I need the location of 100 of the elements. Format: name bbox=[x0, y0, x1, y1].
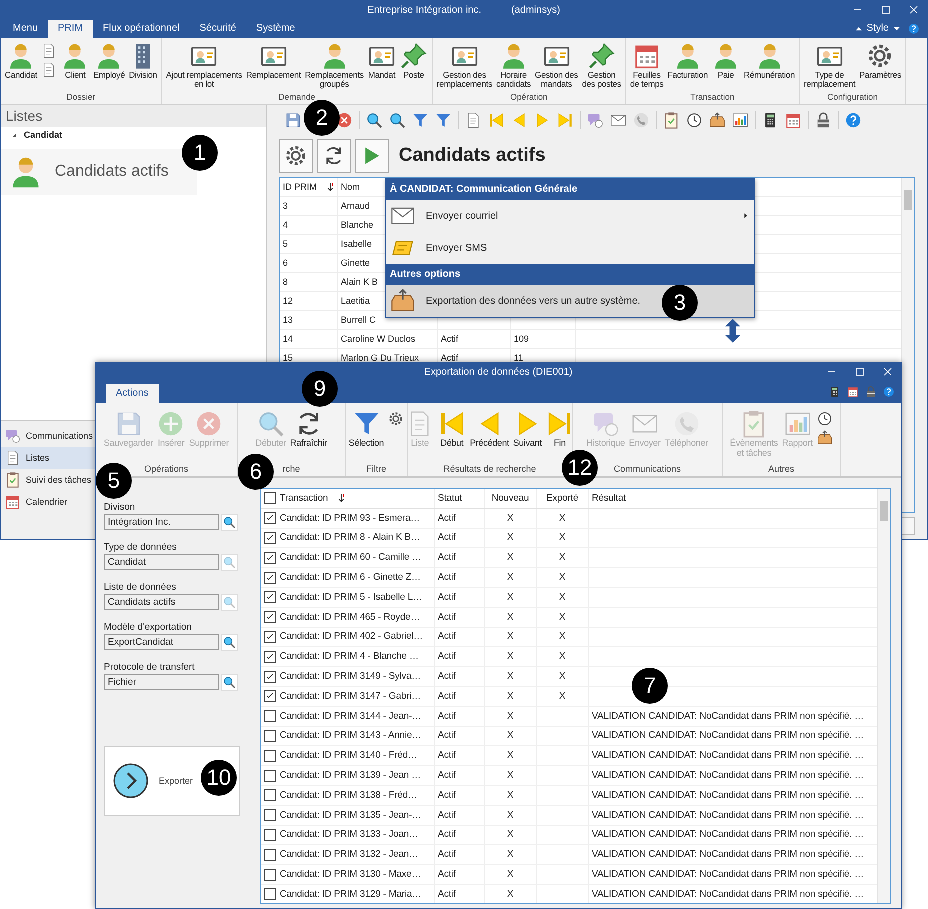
table-cell: X bbox=[507, 829, 514, 840]
table-cell: VALIDATION CANDIDAT: NoCandidat dans PRIM non spécifié. … bbox=[592, 869, 864, 880]
table-cell: Actif bbox=[438, 849, 456, 860]
table-cell: 6 bbox=[283, 258, 288, 268]
table-cell: X bbox=[559, 671, 566, 682]
table-cell: Burrell C bbox=[341, 315, 376, 325]
table-cell: Marlon G Du Trieux bbox=[341, 353, 420, 363]
table-cell: Actif bbox=[438, 770, 456, 782]
table-cell: Actif bbox=[438, 829, 456, 840]
table-cell: VALIDATION CANDIDAT: NoCandidat dans PRIM non spécifié. … bbox=[592, 790, 864, 801]
table-cell: X bbox=[507, 750, 514, 762]
table-cell: Actif bbox=[438, 612, 456, 623]
table-cell: Candidat: ID PRIM 3135 - Jean-… bbox=[280, 810, 422, 821]
table-cell: X bbox=[507, 631, 514, 642]
table-cell: 3 bbox=[283, 201, 288, 211]
menu-header: À CANDIDAT: Communication Générale bbox=[386, 179, 754, 200]
table-cell: X bbox=[559, 572, 566, 584]
table-cell: X bbox=[507, 552, 514, 564]
table-cell: X bbox=[559, 690, 566, 702]
list-title: Candidats actifs bbox=[399, 145, 546, 167]
table-cell: X bbox=[559, 512, 566, 524]
table-cell: 15 bbox=[283, 353, 294, 363]
table-cell: X bbox=[507, 888, 514, 900]
table-cell: Actif bbox=[441, 353, 459, 363]
table-cell: Candidat: ID PRIM 3149 - Sylva… bbox=[280, 671, 422, 682]
table-cell: X bbox=[507, 770, 514, 782]
table-cell: Actif bbox=[438, 631, 456, 642]
table-cell: 8 bbox=[283, 277, 288, 287]
table-cell: Candidat: ID PRIM 6 - Ginette Z… bbox=[280, 572, 421, 584]
table-cell: Actif bbox=[438, 512, 456, 524]
table-cell: 4 bbox=[283, 220, 288, 230]
table-cell: Actif bbox=[438, 869, 456, 880]
table-cell: Candidat: ID PRIM 3132 - Jean… bbox=[280, 849, 419, 860]
table-cell: X bbox=[507, 651, 514, 662]
table-cell: Alain K B bbox=[341, 277, 378, 287]
table-cell: Candidat: ID PRIM 93 - Esmera… bbox=[280, 512, 420, 524]
table-cell: Actif bbox=[438, 710, 456, 722]
field-label: Type de données bbox=[104, 542, 178, 553]
table-cell: Candidat: ID PRIM 5 - Isabelle L… bbox=[280, 592, 422, 603]
table-cell: 109 bbox=[514, 334, 530, 344]
table-cell: Laetitia bbox=[341, 296, 370, 306]
table-cell: Candidat: ID PRIM 8 - Alain K B… bbox=[280, 532, 420, 544]
table-cell: VALIDATION CANDIDAT: NoCandidat dans PRIM non spécifié. … bbox=[592, 810, 864, 821]
table-cell: X bbox=[507, 512, 514, 524]
group-label: Communications bbox=[614, 464, 682, 476]
table-cell: X bbox=[507, 572, 514, 584]
table-cell: Candidat: ID PRIM 402 - Gabriel… bbox=[280, 631, 424, 642]
table-cell: Candidat: ID PRIM 3138 - Fréd… bbox=[280, 790, 418, 801]
table-cell: X bbox=[507, 690, 514, 702]
table-cell: VALIDATION CANDIDAT: NoCandidat dans PRIM non spécifié. … bbox=[592, 770, 864, 782]
table-cell: 5 bbox=[283, 239, 288, 249]
table-cell: X bbox=[507, 810, 514, 821]
table-cell: X bbox=[507, 710, 514, 722]
table-cell: X bbox=[507, 612, 514, 623]
table-cell: Candidat: ID PRIM 3133 - Joan… bbox=[280, 829, 419, 840]
table-cell: Blanche bbox=[341, 220, 374, 230]
table-cell: Candidat: ID PRIM 60 - Camille … bbox=[280, 552, 422, 564]
table-cell: Actif bbox=[438, 671, 456, 682]
table-cell: X bbox=[507, 671, 514, 682]
table-cell: Actif bbox=[438, 592, 456, 603]
table-cell: Actif bbox=[438, 888, 456, 900]
field-label: Divison bbox=[104, 502, 136, 513]
group-label: Opération bbox=[510, 92, 548, 104]
window-title: Entreprise Intégration inc. bbox=[368, 4, 482, 16]
field-label: Protocole de transfert bbox=[104, 662, 196, 673]
table-cell: Actif bbox=[438, 532, 456, 544]
group-label: Filtre bbox=[366, 464, 386, 476]
table-cell: Actif bbox=[438, 790, 456, 801]
table-cell: 14 bbox=[283, 334, 294, 344]
table-cell: 12 bbox=[283, 296, 294, 306]
table-cell: X bbox=[559, 651, 566, 662]
table-cell: Candidat: ID PRIM 3129 - Maria… bbox=[280, 888, 422, 900]
table-cell: Actif bbox=[438, 730, 456, 742]
table-cell: Actif bbox=[441, 334, 459, 344]
table-cell: Candidat: ID PRIM 3144 - Jean-… bbox=[280, 710, 422, 722]
table-cell: Ginette bbox=[341, 258, 370, 268]
table-cell: Actif bbox=[438, 552, 456, 564]
table-cell: 11 bbox=[514, 353, 524, 363]
table-cell: Candidat: ID PRIM 3140 - Fréd… bbox=[280, 750, 418, 762]
table-cell: VALIDATION CANDIDAT: NoCandidat dans PRIM non spécifié. … bbox=[592, 710, 864, 722]
table-cell: VALIDATION CANDIDAT: NoCandidat dans PRIM non spécifié. … bbox=[592, 829, 864, 840]
table-cell: X bbox=[559, 631, 566, 642]
table-cell: Candidat: ID PRIM 4 - Blanche … bbox=[280, 651, 419, 662]
table-cell: Actif bbox=[438, 651, 456, 662]
panel-title: Listes bbox=[1, 105, 266, 127]
table-cell: Actif bbox=[438, 750, 456, 762]
group-label: Transaction bbox=[690, 92, 735, 104]
table-cell: X bbox=[559, 552, 566, 564]
table-cell: X bbox=[507, 869, 514, 880]
group-label: rche bbox=[282, 464, 300, 476]
table-cell: Candidat: ID PRIM 3147 - Gabri… bbox=[280, 690, 422, 702]
table-cell: 13 bbox=[283, 315, 294, 325]
table-cell: VALIDATION CANDIDAT: NoCandidat dans PRIM non spécifié. … bbox=[592, 730, 864, 742]
table-cell: X bbox=[559, 532, 566, 544]
table-cell: X bbox=[507, 730, 514, 742]
group-label: Autres bbox=[768, 464, 794, 476]
table-cell: X bbox=[559, 612, 566, 623]
table-cell: VALIDATION CANDIDAT: NoCandidat dans PRIM non spécifié. … bbox=[592, 849, 864, 860]
table-cell: Actif bbox=[438, 810, 456, 821]
table-cell: Isabelle bbox=[341, 239, 372, 249]
